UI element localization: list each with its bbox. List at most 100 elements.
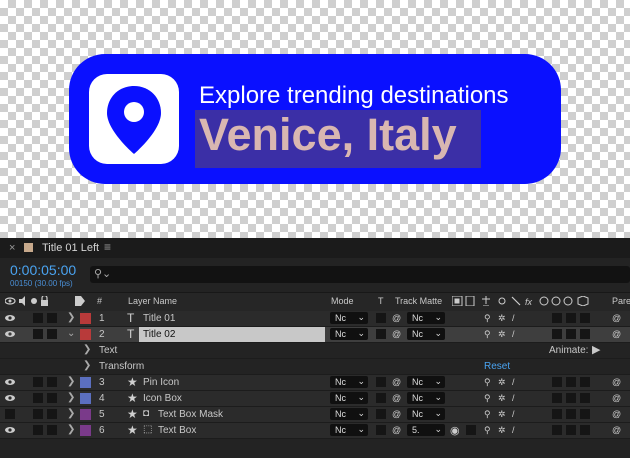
chevron-right-icon[interactable]: ❯: [67, 392, 75, 403]
layer-row-selected[interactable]: ⌄ 2 T Title 02 Nc ⌄ @ Nc ⌄ ⚲ ✲ / @: [0, 327, 630, 343]
preserve-transparency-switch[interactable]: [376, 425, 386, 435]
mode-dropdown[interactable]: Nc ⌄: [330, 328, 368, 340]
solo-switch[interactable]: [33, 409, 43, 419]
layer-label-color[interactable]: [80, 409, 91, 420]
preserve-transparency-switch[interactable]: [376, 329, 386, 339]
banner-title[interactable]: Venice, Italy: [199, 109, 457, 161]
chevron-right-icon[interactable]: ❯: [67, 376, 75, 387]
mode-dropdown[interactable]: Nc ⌄: [330, 312, 368, 324]
motion-blur-switch[interactable]: [552, 313, 562, 323]
layer-name[interactable]: Text Box: [158, 425, 196, 436]
3d-switch[interactable]: [580, 313, 590, 323]
parent-pickwhip-icon[interactable]: @: [612, 425, 621, 435]
visibility-switch-off[interactable]: [5, 409, 15, 419]
quality-slash-icon[interactable]: /: [512, 409, 515, 419]
property-row-transform[interactable]: ❯ Transform Reset: [0, 359, 630, 375]
panel-menu-icon[interactable]: ≡: [104, 240, 111, 254]
layer-name[interactable]: Text Box Mask: [158, 409, 223, 420]
track-matte-dropdown[interactable]: Nc ⌄: [407, 408, 445, 420]
matte-link-icon[interactable]: @: [392, 409, 401, 419]
chevron-right-icon[interactable]: ❯: [67, 312, 75, 323]
preserve-transparency-switch[interactable]: [376, 313, 386, 323]
matte-link-icon[interactable]: @: [392, 425, 401, 435]
track-matte-dropdown[interactable]: 5. ⌄: [407, 424, 445, 436]
track-matte-dropdown[interactable]: Nc ⌄: [407, 328, 445, 340]
layer-row[interactable]: ❯ 4 ★ Icon Box Nc ⌄ @ Nc ⌄ ⚲ ✲ / @: [0, 391, 630, 407]
solo-switch[interactable]: [33, 313, 43, 323]
layer-name[interactable]: Icon Box: [143, 393, 182, 404]
solo-switch[interactable]: [33, 425, 43, 435]
adjustment-switch[interactable]: [566, 329, 576, 339]
parent-pickwhip-icon[interactable]: @: [612, 409, 621, 419]
layer-search-input[interactable]: ⚲⌄: [90, 266, 630, 283]
visibility-eye-icon[interactable]: [5, 394, 15, 402]
parent-pickwhip-icon[interactable]: @: [612, 329, 621, 339]
layer-name[interactable]: Title 01: [143, 313, 175, 324]
adjustment-switch[interactable]: [566, 377, 576, 387]
lock-switch[interactable]: [47, 425, 57, 435]
mode-dropdown[interactable]: Nc ⌄: [330, 408, 368, 420]
quality-slash-icon[interactable]: /: [512, 313, 515, 323]
matte-link-icon[interactable]: @: [392, 377, 401, 387]
chevron-right-icon[interactable]: ❯: [83, 344, 91, 355]
track-matte-dropdown[interactable]: Nc ⌄: [407, 392, 445, 404]
3d-switch[interactable]: [580, 409, 590, 419]
reset-link[interactable]: Reset: [484, 361, 510, 372]
parent-pickwhip-icon[interactable]: @: [612, 393, 621, 403]
quality-slash-icon[interactable]: /: [512, 393, 515, 403]
parent-pickwhip-icon[interactable]: @: [612, 377, 621, 387]
solo-switch[interactable]: [33, 329, 43, 339]
motion-blur-switch[interactable]: [552, 393, 562, 403]
solo-switch[interactable]: [33, 377, 43, 387]
track-matte-dropdown[interactable]: Nc ⌄: [407, 312, 445, 324]
collapse-icon[interactable]: ✲: [498, 425, 506, 436]
quality-slash-icon[interactable]: /: [512, 377, 515, 387]
matte-link-icon[interactable]: @: [392, 313, 401, 323]
shy-icon[interactable]: ⚲: [484, 329, 491, 340]
layer-row[interactable]: ❯ 1 T Title 01 Nc ⌄ @ Nc ⌄ ⚲ ✲ / @: [0, 311, 630, 327]
motion-blur-switch[interactable]: [552, 377, 562, 387]
solo-switch[interactable]: [33, 393, 43, 403]
preserve-transparency-switch[interactable]: [376, 393, 386, 403]
quality-slash-icon[interactable]: /: [512, 425, 515, 435]
layer-row[interactable]: ❯ 6 ★ ⬚ Text Box Nc ⌄ @ 5. ⌄ ◉ ⚲ ✲ / @: [0, 423, 630, 439]
layer-name[interactable]: Title 02: [143, 329, 175, 340]
column-layer-name[interactable]: Layer Name: [128, 296, 177, 306]
track-matte-dropdown[interactable]: Nc ⌄: [407, 376, 445, 388]
close-tab-icon[interactable]: ×: [9, 242, 15, 254]
matte-link-icon[interactable]: @: [392, 329, 401, 339]
layer-label-color[interactable]: [80, 393, 91, 404]
visibility-eye-icon[interactable]: [5, 378, 15, 386]
column-track-matte[interactable]: Track Matte: [395, 296, 442, 306]
property-row-text[interactable]: ❯ Text Animate: ▶: [0, 343, 630, 359]
shy-icon[interactable]: ⚲: [484, 425, 491, 436]
label-tag-icon[interactable]: [75, 296, 85, 308]
lock-switch[interactable]: [47, 329, 57, 339]
shy-icon[interactable]: ⚲: [484, 409, 491, 420]
matte-switch[interactable]: [466, 425, 476, 435]
3d-switch[interactable]: [580, 425, 590, 435]
preserve-transparency-switch[interactable]: [376, 377, 386, 387]
composition-tab[interactable]: Title 01 Left: [42, 242, 99, 254]
visibility-eye-icon[interactable]: [5, 426, 15, 434]
play-circle-icon[interactable]: ▶: [592, 343, 600, 356]
shy-icon[interactable]: ⚲: [484, 393, 491, 404]
chevron-right-icon[interactable]: ❯: [67, 424, 75, 435]
adjustment-switch[interactable]: [566, 393, 576, 403]
3d-switch[interactable]: [580, 393, 590, 403]
lock-switch[interactable]: [47, 313, 57, 323]
chevron-right-icon[interactable]: ❯: [83, 360, 91, 371]
layer-name[interactable]: Pin Icon: [143, 377, 179, 388]
3d-switch[interactable]: [580, 377, 590, 387]
collapse-icon[interactable]: ✲: [498, 393, 506, 404]
matte-link-icon[interactable]: @: [392, 393, 401, 403]
motion-blur-switch[interactable]: [552, 329, 562, 339]
layer-label-color[interactable]: [80, 329, 91, 340]
column-parent[interactable]: Pare: [612, 296, 630, 306]
chevron-down-icon[interactable]: ⌄: [67, 328, 75, 339]
visibility-eye-icon[interactable]: [5, 330, 15, 338]
chevron-right-icon[interactable]: ❯: [67, 408, 75, 419]
collapse-icon[interactable]: ✲: [498, 313, 506, 324]
column-mode[interactable]: Mode: [331, 296, 354, 306]
quality-slash-icon[interactable]: /: [512, 329, 515, 339]
